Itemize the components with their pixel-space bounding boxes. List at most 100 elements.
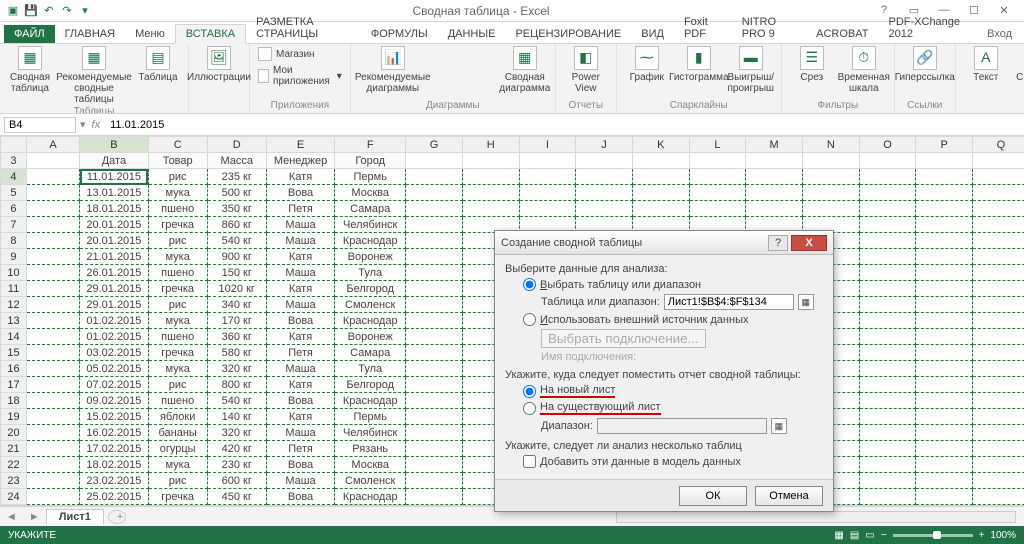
- col-header[interactable]: Q: [973, 137, 1024, 153]
- col-header[interactable]: N: [802, 137, 859, 153]
- tab-foxit[interactable]: Foxit PDF: [674, 13, 732, 43]
- data-cell[interactable]: пшено: [148, 201, 207, 217]
- col-header[interactable]: L: [689, 137, 746, 153]
- data-cell[interactable]: 21.01.2015: [80, 249, 149, 265]
- data-cell[interactable]: Воронеж: [335, 329, 406, 345]
- row-header[interactable]: 6: [1, 201, 27, 217]
- data-cell[interactable]: Самара: [335, 345, 406, 361]
- data-cell[interactable]: Маша: [266, 425, 335, 441]
- col-header[interactable]: H: [462, 137, 519, 153]
- row-header[interactable]: 10: [1, 265, 27, 281]
- data-cell[interactable]: Краснодар: [335, 233, 406, 249]
- range-picker-icon[interactable]: ▦: [798, 294, 814, 310]
- data-cell[interactable]: 13.01.2015: [80, 185, 149, 201]
- sheet-nav-prev-icon[interactable]: ◄: [0, 511, 23, 523]
- data-cell[interactable]: Петя: [266, 201, 335, 217]
- text-button[interactable]: AТекст: [962, 46, 1010, 83]
- recommended-charts-button[interactable]: 📊Рекомендуемые диаграммы: [357, 46, 429, 94]
- data-cell[interactable]: 360 кг: [207, 329, 266, 345]
- data-cell[interactable]: пшено: [148, 265, 207, 281]
- col-header[interactable]: K: [632, 137, 689, 153]
- data-cell[interactable]: Тула: [335, 361, 406, 377]
- radio-new-sheet[interactable]: [523, 385, 536, 398]
- dialog-help-button[interactable]: ?: [768, 235, 788, 251]
- data-cell[interactable]: Вова: [266, 393, 335, 409]
- row-header[interactable]: 19: [1, 409, 27, 425]
- zoom-out-icon[interactable]: −: [881, 530, 887, 541]
- row-header[interactable]: 17: [1, 377, 27, 393]
- tab-nitro[interactable]: NITRO PRO 9: [732, 13, 806, 43]
- data-cell[interactable]: 03.02.2015: [80, 345, 149, 361]
- tab-view[interactable]: ВИД: [631, 25, 674, 43]
- undo-icon[interactable]: ↶: [42, 4, 56, 18]
- view-layout-icon[interactable]: ▤: [850, 530, 859, 541]
- data-cell[interactable]: Вова: [266, 313, 335, 329]
- data-cell[interactable]: гречка: [148, 345, 207, 361]
- data-cell[interactable]: Маша: [266, 217, 335, 233]
- row-header[interactable]: 15: [1, 345, 27, 361]
- row-header[interactable]: 14: [1, 329, 27, 345]
- range-input[interactable]: [664, 294, 794, 310]
- row-header[interactable]: 21: [1, 441, 27, 457]
- tab-data[interactable]: ДАННЫЕ: [438, 25, 506, 43]
- data-cell[interactable]: рис: [148, 169, 207, 185]
- data-cell[interactable]: Маша: [266, 265, 335, 281]
- data-cell[interactable]: 900 кг: [207, 249, 266, 265]
- data-cell[interactable]: 540 кг: [207, 393, 266, 409]
- data-cell[interactable]: гречка: [148, 217, 207, 233]
- row-header[interactable]: 4: [1, 169, 27, 185]
- data-cell[interactable]: Петя: [266, 505, 335, 507]
- table-header-cell[interactable]: Город: [335, 153, 406, 169]
- dialog-close-button[interactable]: X: [791, 235, 827, 251]
- data-cell[interactable]: мука: [148, 361, 207, 377]
- sheet-nav-next-icon[interactable]: ►: [23, 511, 46, 523]
- data-cell[interactable]: яблоки: [148, 409, 207, 425]
- data-cell[interactable]: 09.02.2015: [80, 393, 149, 409]
- data-cell[interactable]: рис: [148, 473, 207, 489]
- col-header[interactable]: O: [859, 137, 916, 153]
- sparkline-line-button[interactable]: ⁓График: [623, 46, 671, 83]
- data-cell[interactable]: 17.02.2015: [80, 441, 149, 457]
- data-cell[interactable]: Катя: [266, 249, 335, 265]
- row-header[interactable]: 25: [1, 505, 27, 507]
- data-cell[interactable]: 26.01.2015: [80, 265, 149, 281]
- table-header-cell[interactable]: Товар: [148, 153, 207, 169]
- chart-types[interactable]: [433, 46, 497, 76]
- data-cell[interactable]: 230 кг: [207, 457, 266, 473]
- location-picker-icon[interactable]: ▦: [771, 418, 787, 434]
- data-cell[interactable]: Вова: [266, 185, 335, 201]
- tab-home[interactable]: ГЛАВНАЯ: [55, 25, 125, 43]
- data-cell[interactable]: 29.01.2015: [80, 281, 149, 297]
- data-cell[interactable]: 27.02.2015: [80, 505, 149, 507]
- data-cell[interactable]: огурцы: [148, 505, 207, 507]
- data-cell[interactable]: 320 кг: [207, 425, 266, 441]
- data-cell[interactable]: Белгород: [335, 377, 406, 393]
- data-cell[interactable]: Краснодар: [335, 393, 406, 409]
- line-chart-icon[interactable]: [455, 46, 473, 60]
- checkbox-data-model[interactable]: [523, 455, 536, 468]
- close-button[interactable]: ✕: [992, 4, 1016, 17]
- pie-chart-icon[interactable]: [477, 46, 495, 60]
- data-cell[interactable]: пшено: [148, 393, 207, 409]
- row-header[interactable]: 16: [1, 361, 27, 377]
- data-cell[interactable]: Самара: [335, 505, 406, 507]
- view-break-icon[interactable]: ▭: [865, 530, 874, 541]
- data-cell[interactable]: 05.02.2015: [80, 361, 149, 377]
- row-header[interactable]: 24: [1, 489, 27, 505]
- data-cell[interactable]: Воронеж: [335, 249, 406, 265]
- row-header[interactable]: 8: [1, 233, 27, 249]
- col-header[interactable]: A: [26, 137, 79, 153]
- data-cell[interactable]: Москва: [335, 185, 406, 201]
- data-cell[interactable]: Рязань: [335, 441, 406, 457]
- data-cell[interactable]: Вова: [266, 489, 335, 505]
- scatter-chart-icon[interactable]: [455, 62, 473, 76]
- bar-chart-icon[interactable]: [433, 46, 451, 60]
- data-cell[interactable]: 600 кг: [207, 473, 266, 489]
- data-cell[interactable]: Катя: [266, 169, 335, 185]
- data-cell[interactable]: Самара: [335, 201, 406, 217]
- data-cell[interactable]: Челябинск: [335, 425, 406, 441]
- add-sheet-button[interactable]: +: [108, 510, 126, 524]
- row-header[interactable]: 13: [1, 313, 27, 329]
- data-cell[interactable]: 420 кг: [207, 441, 266, 457]
- data-cell[interactable]: 11.01.2015: [80, 169, 149, 185]
